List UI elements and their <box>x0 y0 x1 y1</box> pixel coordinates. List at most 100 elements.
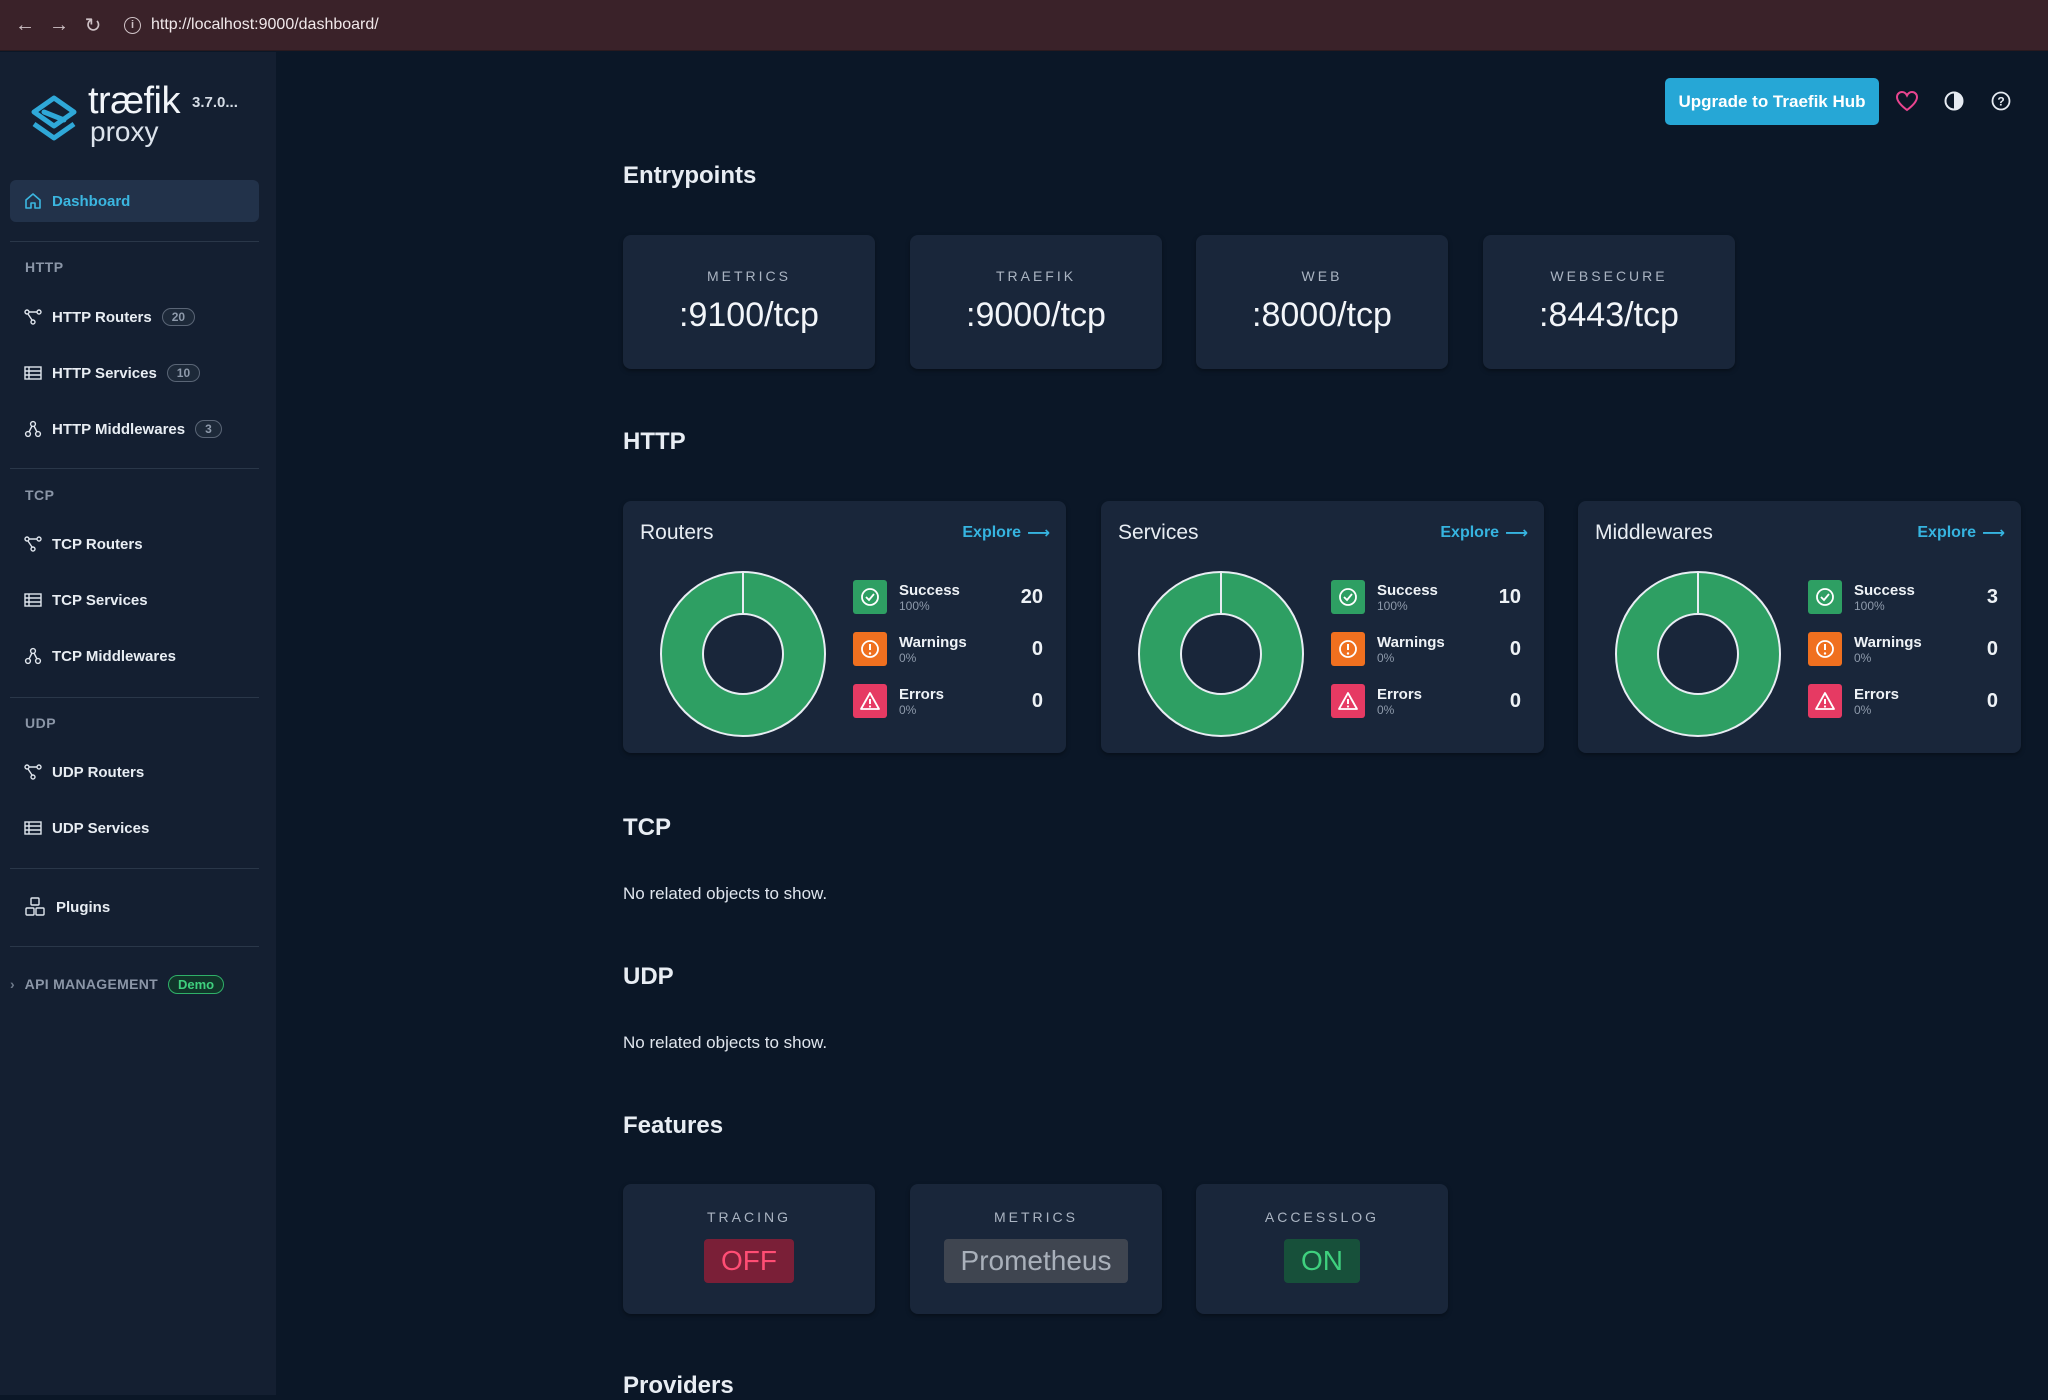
status-percent: 0% <box>899 703 917 717</box>
status-donut-chart <box>1138 571 1304 737</box>
divider <box>10 468 259 469</box>
http-heading: HTTP <box>623 428 686 455</box>
http-routers-card: Routers Explore ⟶ Success 100% 20 Warning… <box>623 501 1066 753</box>
status-label: Warnings <box>1854 634 1922 651</box>
sidebar-item-label: Plugins <box>56 898 111 916</box>
sidebar-item-udp-routers[interactable]: UDP Routers <box>10 751 259 793</box>
sidebar-item-label: UDP Routers <box>52 763 145 781</box>
sidebar-item-udp-services[interactable]: UDP Services <box>10 807 259 849</box>
check-circle-icon <box>1808 580 1842 614</box>
site-info-icon[interactable]: i <box>124 16 141 34</box>
entrypoint-name: WEB <box>1301 268 1343 284</box>
card-title: Routers <box>640 521 714 544</box>
heart-icon[interactable] <box>1894 88 1920 114</box>
divider <box>10 868 259 869</box>
traefik-logo[interactable]: træfik proxy 3.7.0... <box>26 80 266 150</box>
services-list-icon <box>24 819 42 837</box>
status-percent: 100% <box>1854 599 1885 613</box>
status-label: Errors <box>1377 686 1423 703</box>
status-label: Success <box>1377 582 1438 599</box>
explore-label: Explore <box>962 524 1022 541</box>
sidebar-item-label: HTTP Services <box>52 364 157 382</box>
udp-empty-message: No related objects to show. <box>623 1033 828 1052</box>
section-tcp-label: TCP <box>25 487 55 503</box>
sidebar-item-http-services[interactable]: HTTP Services 10 <box>10 352 259 394</box>
feature-status-off: OFF <box>704 1239 794 1283</box>
card-title: Services <box>1118 521 1199 544</box>
status-percent: 0% <box>1854 651 1872 665</box>
count-badge: 3 <box>195 420 222 438</box>
explore-link[interactable]: Explore ⟶ <box>962 523 1050 543</box>
sidebar-item-http-middlewares[interactable]: HTTP Middlewares 3 <box>10 408 259 450</box>
explore-link[interactable]: Explore ⟶ <box>1917 523 2005 543</box>
tcp-heading: TCP <box>623 814 671 841</box>
forward-icon[interactable]: → <box>42 8 76 42</box>
url-text[interactable]: http://localhost:9000/dashboard/ <box>151 16 379 34</box>
traefik-logo-icon <box>31 95 77 141</box>
explore-label: Explore <box>1917 524 1977 541</box>
warning-circle-icon <box>853 632 887 666</box>
demo-badge: Demo <box>167 974 225 994</box>
upgrade-button[interactable]: Upgrade to Traefik Hub <box>1665 78 1879 125</box>
http-services-card: Services Explore ⟶ Success 100% 10 Warnin… <box>1101 501 1544 753</box>
status-count: 10 <box>1498 586 1521 608</box>
success-row: Success 100% 3 <box>1808 580 1998 616</box>
sidebar-item-label: API MANAGEMENT <box>24 976 158 992</box>
entrypoint-card: WEB :8000/tcp <box>1196 235 1448 369</box>
count-badge: 20 <box>161 308 196 326</box>
divider <box>10 241 259 242</box>
feature-name: ACCESSLOG <box>1264 1209 1380 1225</box>
entrypoint-name: TRAEFIK <box>995 268 1077 284</box>
success-row: Success 100% 20 <box>853 580 1043 616</box>
tcp-empty-message: No related objects to show. <box>623 884 828 903</box>
sidebar-item-http-routers[interactable]: HTTP Routers 20 <box>10 296 259 338</box>
error-triangle-icon <box>853 684 887 718</box>
sidebar-item-tcp-services[interactable]: TCP Services <box>10 579 259 621</box>
http-middlewares-card: Middlewares Explore ⟶ Success 100% 3 Warn… <box>1578 501 2021 753</box>
feature-status-on: ON <box>1284 1239 1360 1283</box>
entrypoint-address: :9000/tcp <box>966 296 1106 334</box>
sidebar-item-tcp-routers[interactable]: TCP Routers <box>10 523 259 565</box>
entrypoints-heading: Entrypoints <box>623 162 757 189</box>
arrow-right-icon: ⟶ <box>1027 525 1050 542</box>
divider <box>10 697 259 698</box>
back-icon[interactable]: ← <box>8 8 42 42</box>
middleware-icon <box>24 647 42 665</box>
sidebar-item-label: HTTP Routers <box>52 308 152 326</box>
error-triangle-icon <box>1331 684 1365 718</box>
feature-status-value: Prometheus <box>943 1239 1129 1283</box>
status-label: Errors <box>899 686 945 703</box>
sidebar-item-api-management[interactable]: › API MANAGEMENT Demo <box>10 963 259 1005</box>
warnings-row: Warnings 0% 0 <box>853 632 1043 668</box>
count-badge: 10 <box>166 364 201 382</box>
errors-row: Errors 0% 0 <box>1331 684 1521 720</box>
status-label: Warnings <box>1377 634 1445 651</box>
errors-row: Errors 0% 0 <box>853 684 1043 720</box>
section-udp-label: UDP <box>25 715 57 731</box>
status-count: 0 <box>1986 690 1998 712</box>
sidebar-item-plugins[interactable]: Plugins <box>10 886 259 928</box>
reload-icon[interactable]: ↻ <box>76 8 110 42</box>
status-percent: 0% <box>1377 703 1395 717</box>
status-percent: 100% <box>1377 599 1408 613</box>
status-percent: 0% <box>899 651 917 665</box>
sidebar-item-label: UDP Services <box>52 819 150 837</box>
status-count: 0 <box>1509 690 1521 712</box>
entrypoint-name: METRICS <box>707 268 791 284</box>
status-percent: 100% <box>899 599 930 613</box>
status-count: 20 <box>1020 586 1043 608</box>
warning-circle-icon <box>1331 632 1365 666</box>
services-list-icon <box>24 591 42 609</box>
sidebar-item-dashboard[interactable]: Dashboard <box>10 180 259 222</box>
sidebar-item-tcp-middlewares[interactable]: TCP Middlewares <box>10 635 259 677</box>
status-label: Success <box>899 582 960 599</box>
help-icon[interactable]: ? <box>1988 88 2014 114</box>
svg-text:?: ? <box>1997 95 2004 109</box>
explore-link[interactable]: Explore ⟶ <box>1440 523 1528 543</box>
address-bar[interactable]: i http://localhost:9000/dashboard/ <box>124 8 379 42</box>
theme-toggle-icon[interactable] <box>1941 88 1967 114</box>
entrypoint-address: :8443/tcp <box>1539 296 1679 334</box>
status-count: 0 <box>1509 638 1521 660</box>
divider <box>10 946 259 947</box>
feature-card-tracing: TRACING OFF <box>623 1184 875 1314</box>
